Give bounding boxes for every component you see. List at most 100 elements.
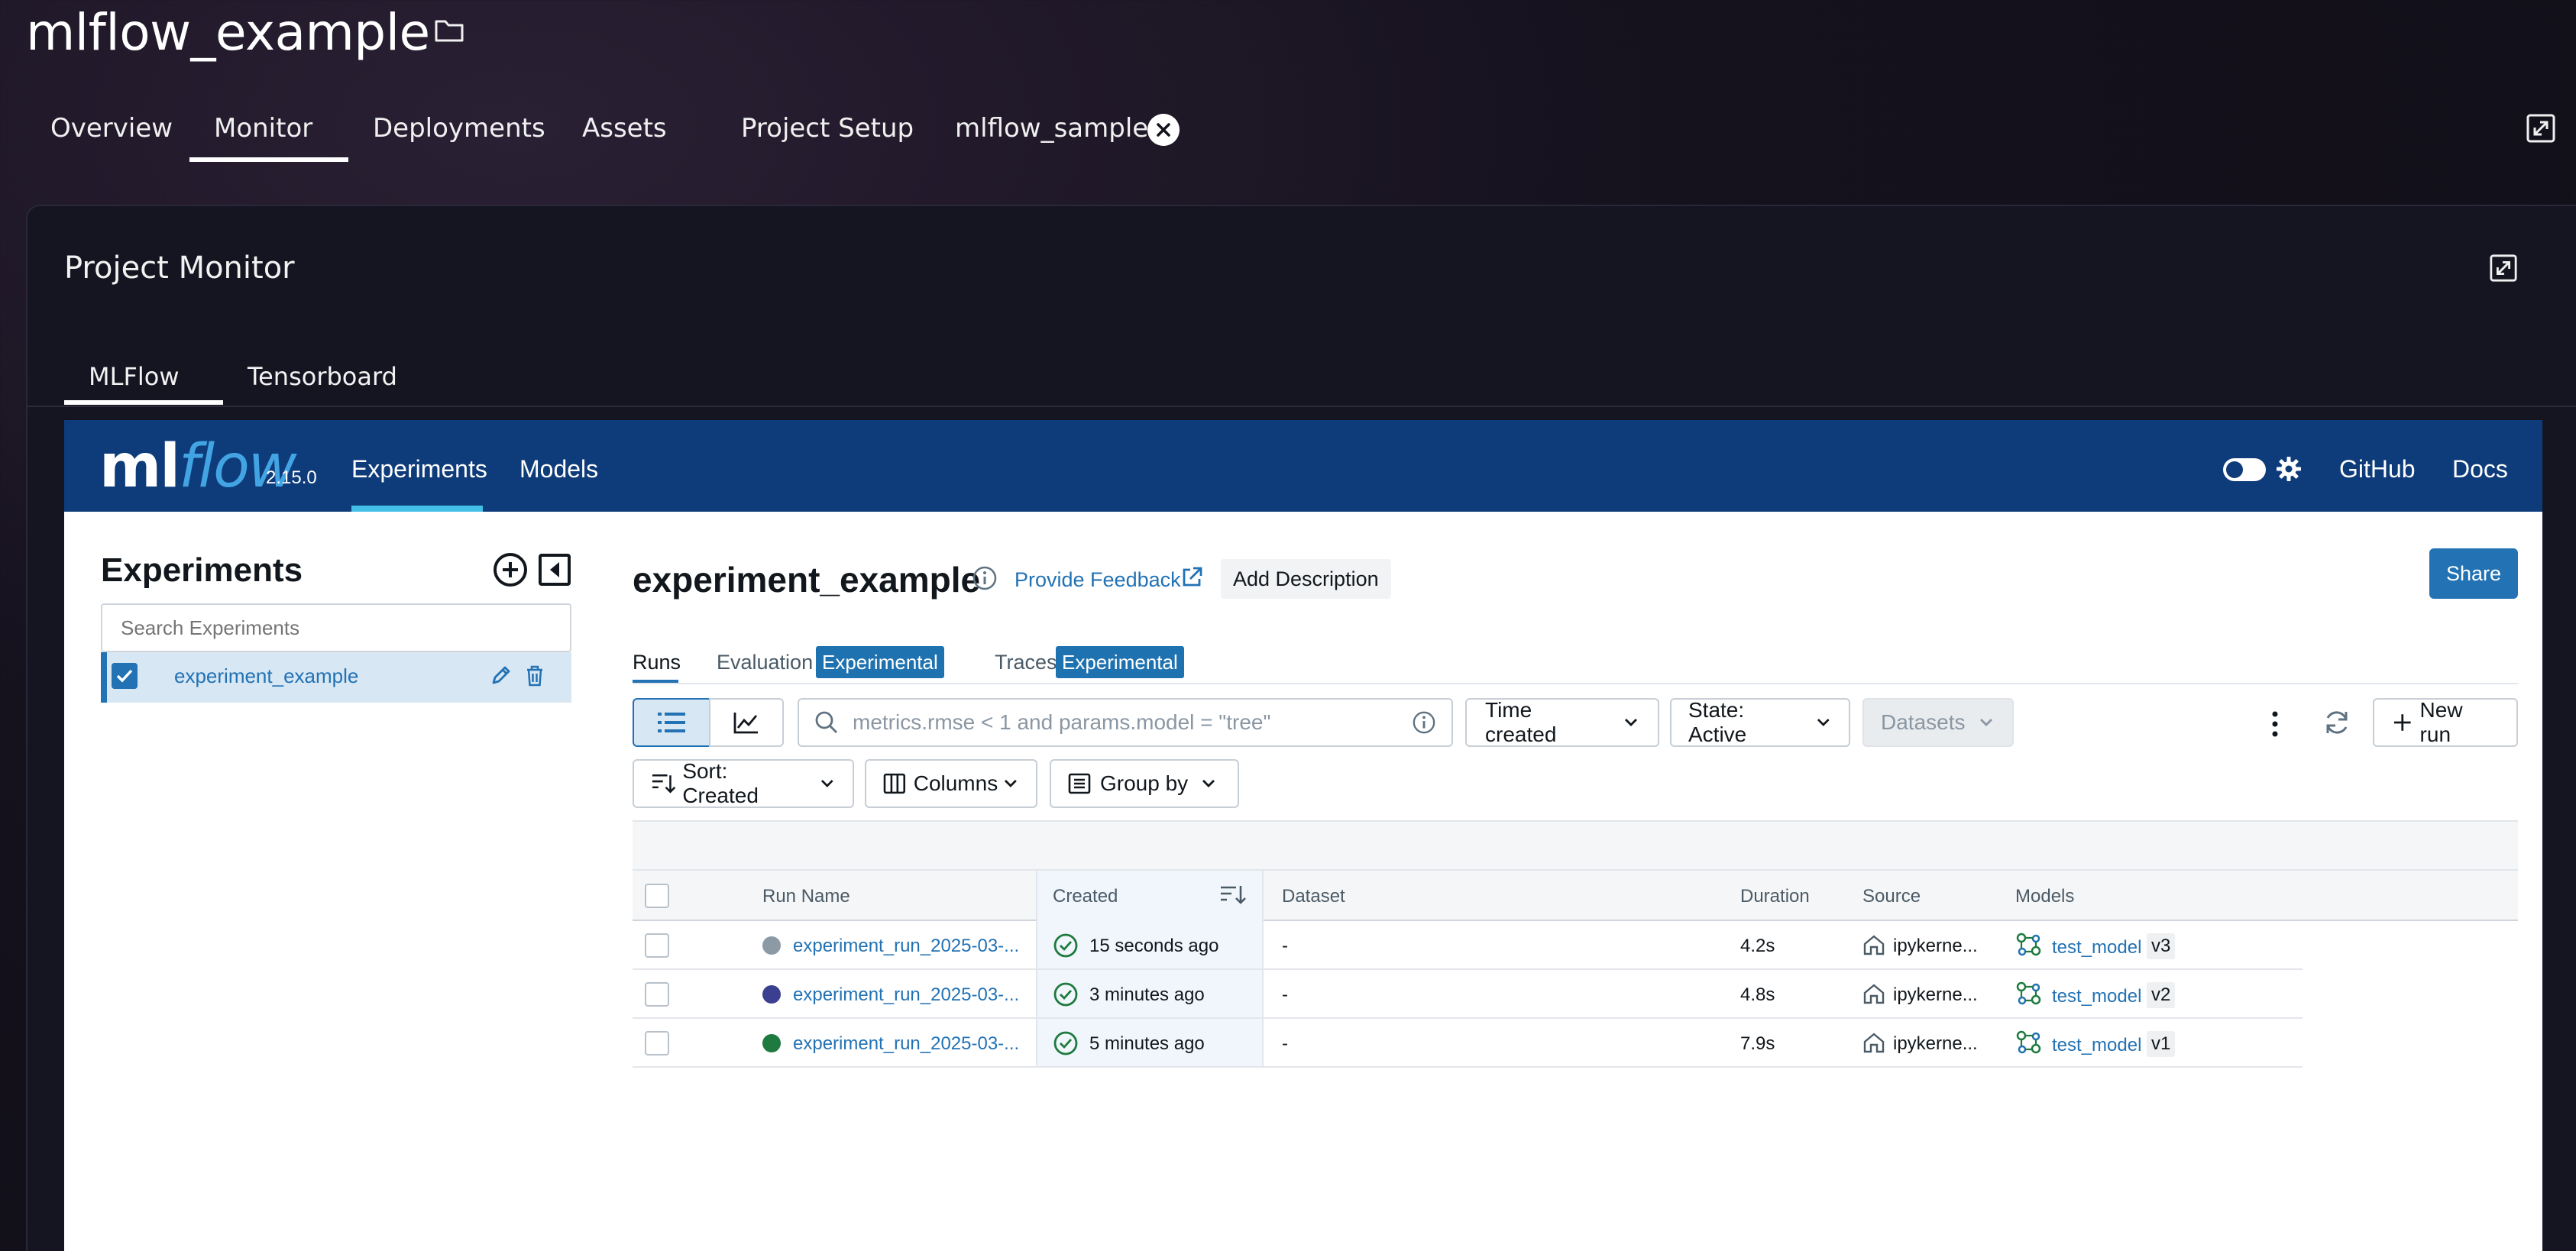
checkbox-checked[interactable] xyxy=(112,663,138,689)
run-name-link[interactable]: experiment_run_2025-03-... xyxy=(793,984,1019,1006)
chevron-down-icon xyxy=(1625,719,1637,726)
experimental-badge: Experimental xyxy=(816,646,944,678)
dataset-value: - xyxy=(1282,1033,1288,1054)
experiments-heading: Experiments xyxy=(101,551,303,589)
source-value[interactable]: ipykerne... xyxy=(1893,936,1978,957)
duration-value: 4.2s xyxy=(1740,936,1775,956)
select-all-checkbox[interactable] xyxy=(645,884,669,908)
sort-select[interactable]: Sort: Created xyxy=(633,759,854,808)
collapse-sidebar-icon[interactable] xyxy=(538,553,571,587)
header-models[interactable]: Models xyxy=(2015,886,2074,907)
tab-deployments[interactable]: Deployments xyxy=(373,113,545,144)
tab-monitor[interactable]: Monitor xyxy=(214,113,312,144)
notebook-source-icon xyxy=(1863,1033,1885,1053)
provide-feedback-link[interactable]: Provide Feedback xyxy=(1015,568,1181,592)
header-duration[interactable]: Duration xyxy=(1740,886,1810,907)
close-icon[interactable] xyxy=(1147,114,1180,146)
header-source[interactable]: Source xyxy=(1862,886,1921,907)
chevron-down-icon xyxy=(1979,719,1992,726)
model-version-badge: v2 xyxy=(2147,982,2176,1008)
dataset-value: - xyxy=(1282,984,1288,1005)
trash-icon[interactable] xyxy=(524,664,545,687)
run-color-dot[interactable] xyxy=(762,936,781,955)
chart-icon xyxy=(733,713,758,734)
expand-icon[interactable] xyxy=(2489,254,2518,283)
folder-icon[interactable] xyxy=(434,17,464,44)
new-run-button[interactable]: New run xyxy=(2373,698,2518,747)
datasets-select: Datasets xyxy=(1862,698,2014,747)
expand-icon[interactable] xyxy=(2526,113,2556,144)
external-link-icon[interactable] xyxy=(1180,565,1204,590)
add-description-button[interactable]: Add Description xyxy=(1221,559,1391,599)
info-icon[interactable] xyxy=(1412,710,1436,735)
nav-models[interactable]: Models xyxy=(519,455,598,483)
row-checkbox[interactable] xyxy=(645,982,669,1007)
sort-descending-icon[interactable] xyxy=(1219,883,1247,907)
version-label: 2.15.0 xyxy=(266,467,317,488)
list-view-button[interactable] xyxy=(633,698,710,747)
run-name-link[interactable]: experiment_run_2025-03-... xyxy=(793,936,1019,957)
run-color-dot[interactable] xyxy=(762,985,781,1004)
dataset-value: - xyxy=(1282,936,1288,956)
model-icon xyxy=(2016,933,2041,956)
active-nav-indicator xyxy=(351,506,483,512)
table-group-band xyxy=(633,820,2518,871)
subtab-mlflow[interactable]: MLFlow xyxy=(89,362,179,391)
more-options-icon[interactable] xyxy=(2263,709,2287,739)
search-icon xyxy=(815,711,837,733)
row-checkbox[interactable] xyxy=(645,933,669,958)
subtab-tensorboard[interactable]: Tensorboard xyxy=(248,362,397,391)
model-link[interactable]: test_model xyxy=(2052,986,2141,1007)
group-by-select[interactable]: Group by xyxy=(1050,759,1239,808)
gear-icon[interactable] xyxy=(2275,455,2303,483)
finished-status-icon xyxy=(1053,982,1078,1007)
toggle-knob xyxy=(2226,461,2243,478)
run-filter-input[interactable]: metrics.rmse < 1 and params.model = "tre… xyxy=(798,698,1453,747)
add-experiment-icon[interactable] xyxy=(492,551,529,588)
pencil-icon[interactable] xyxy=(489,663,513,687)
tab-assets[interactable]: Assets xyxy=(582,113,667,144)
tab-project-setup[interactable]: Project Setup xyxy=(741,113,914,144)
created-time: 3 minutes ago xyxy=(1089,984,1205,1005)
nav-experiments[interactable]: Experiments xyxy=(351,455,487,483)
divider xyxy=(633,683,2518,684)
row-checkbox[interactable] xyxy=(645,1031,669,1055)
columns-icon xyxy=(883,773,906,794)
docs-link[interactable]: Docs xyxy=(2452,455,2508,483)
header-run-name[interactable]: Run Name xyxy=(762,886,850,907)
tab-traces[interactable]: Traces xyxy=(995,651,1057,674)
share-button[interactable]: Share xyxy=(2429,548,2518,599)
github-link[interactable]: GitHub xyxy=(2339,455,2416,483)
tab-runs[interactable]: Runs xyxy=(633,651,681,674)
header-dataset[interactable]: Dataset xyxy=(1282,886,1345,907)
source-value[interactable]: ipykerne... xyxy=(1893,1033,1978,1055)
list-icon xyxy=(658,713,685,732)
model-icon xyxy=(2016,981,2041,1005)
mlflow-logo[interactable]: mlflow xyxy=(99,432,297,501)
table-header xyxy=(633,871,2518,921)
search-experiments-input[interactable] xyxy=(101,603,571,652)
chevron-down-icon xyxy=(1817,719,1830,726)
tab-overview[interactable]: Overview xyxy=(50,113,173,144)
state-select[interactable]: State: Active xyxy=(1670,698,1850,747)
run-name-link[interactable]: experiment_run_2025-03-... xyxy=(793,1033,1019,1055)
model-link[interactable]: test_model xyxy=(2052,1035,2141,1056)
chart-view-button[interactable] xyxy=(709,698,784,747)
notebook-source-icon xyxy=(1863,984,1885,1004)
duration-value: 7.9s xyxy=(1740,1033,1775,1054)
tab-mlflow-sample[interactable]: mlflow_sample xyxy=(955,113,1148,144)
header-created[interactable]: Created xyxy=(1053,886,1118,907)
refresh-icon[interactable] xyxy=(2322,707,2351,738)
filter-placeholder: metrics.rmse < 1 and params.model = "tre… xyxy=(853,710,1271,734)
created-time: 15 seconds ago xyxy=(1089,936,1219,956)
finished-status-icon xyxy=(1053,1031,1078,1055)
run-color-dot[interactable] xyxy=(762,1034,781,1052)
source-value[interactable]: ipykerne... xyxy=(1893,984,1978,1006)
info-icon[interactable] xyxy=(972,565,998,591)
model-version-badge: v3 xyxy=(2147,933,2176,959)
experiment-name[interactable]: experiment_example xyxy=(174,664,358,688)
columns-select[interactable]: Columns xyxy=(865,759,1037,808)
time-created-select[interactable]: Time created xyxy=(1465,698,1659,747)
tab-evaluation[interactable]: Evaluation xyxy=(717,651,813,674)
model-link[interactable]: test_model xyxy=(2052,937,2141,958)
